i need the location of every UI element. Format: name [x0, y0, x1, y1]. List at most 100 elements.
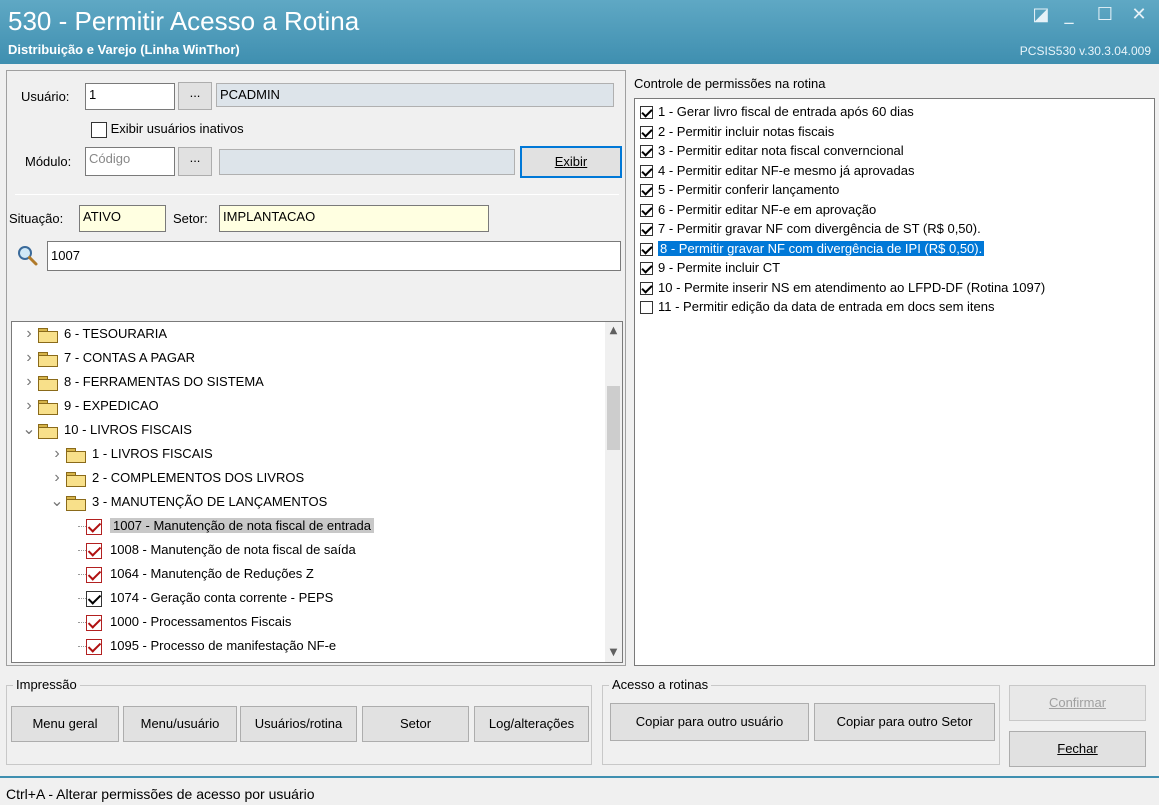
tree-routine-item[interactable]: 1064 - Manutenção de Reduções Z [78, 562, 314, 585]
chevron-right-icon[interactable]: › [48, 466, 66, 489]
permission-checkbox[interactable] [640, 301, 653, 315]
tree-folder-item[interactable]: › 4 - SUBSTITUIÇÃO TRIBUTÁRIA [48, 658, 288, 663]
exibir-inativos-checkbox[interactable] [91, 121, 107, 138]
tree-item-label: 6 - TESOURARIA [64, 326, 168, 341]
tree-item-label: 2 - COMPLEMENTOS DOS LIVROS [92, 470, 305, 485]
scroll-down-icon[interactable]: ▼ [605, 644, 622, 661]
chevron-down-icon[interactable]: ⌄ [48, 490, 66, 513]
permission-item[interactable]: 6 - Permitir editar NF-e em aprovação [640, 200, 876, 219]
confirmar-button[interactable]: Confirmar [1009, 685, 1146, 721]
tree-scrollbar[interactable]: ▲ ▼ [605, 322, 622, 662]
permission-item[interactable]: 8 - Permitir gravar NF com divergência d… [640, 239, 985, 258]
routine-checkbox[interactable] [86, 614, 102, 631]
tree-item-label: 4 - SUBSTITUIÇÃO TRIBUTÁRIA [92, 662, 288, 663]
permission-label: 2 - Permitir incluir notas fiscais [658, 123, 835, 139]
permission-label: 9 - Permite incluir CT [658, 260, 781, 275]
permission-item[interactable]: 11 - Permitir edição da data de entrada … [640, 297, 995, 316]
usuarios-rotina-button[interactable]: Usuários/rotina [240, 706, 357, 742]
tree-item-label: 3 - MANUTENÇÃO DE LANÇAMENTOS [92, 494, 328, 509]
permission-checkbox[interactable] [640, 223, 653, 237]
permission-item[interactable]: 7 - Permitir gravar NF com divergência d… [640, 219, 981, 238]
version-label: PCSIS530 v.30.3.04.009 [1019, 44, 1151, 58]
folder-icon [66, 495, 86, 511]
tree-item-label: 10 - LIVROS FISCAIS [64, 422, 192, 437]
title-bar: 530 - Permitir Acesso a Rotina Distribui… [0, 0, 1159, 64]
permission-item[interactable]: 1 - Gerar livro fiscal de entrada após 6… [640, 102, 914, 121]
tree-connector [78, 622, 86, 624]
modulo-code-input[interactable]: Código [85, 147, 175, 176]
log-alteracoes-button[interactable]: Log/alterações [474, 706, 589, 742]
maximize-button[interactable]: ☐ [1094, 4, 1116, 26]
tree-folder-item[interactable]: › 9 - EXPEDICAO [20, 394, 159, 417]
chevron-right-icon[interactable]: › [20, 394, 38, 417]
folder-icon [38, 327, 58, 343]
routine-tree[interactable]: › 6 - TESOURARIA › 7 - CONTAS A PAGAR › 8 - F… [11, 321, 623, 663]
permissions-list[interactable]: 1 - Gerar livro fiscal de entrada após 6… [634, 98, 1155, 666]
folder-icon [38, 399, 58, 415]
permission-label: 8 - Permitir gravar NF com divergência d… [658, 240, 985, 256]
chevron-right-icon[interactable]: › [20, 370, 38, 393]
permission-checkbox[interactable] [640, 106, 653, 120]
chevron-right-icon[interactable]: › [48, 442, 66, 465]
tree-folder-item[interactable]: › 1 - LIVROS FISCAIS [48, 442, 213, 465]
chevron-right-icon[interactable]: › [20, 322, 38, 345]
usuario-code-input[interactable]: 1 [85, 83, 175, 110]
restore-icon[interactable]: ◪ [1030, 4, 1052, 26]
permission-checkbox[interactable] [640, 281, 653, 295]
setor-label: Setor: [173, 211, 208, 226]
search-input[interactable]: 1007 [47, 241, 621, 271]
usuario-lookup-button[interactable]: ... [178, 82, 212, 110]
setor-button[interactable]: Setor [362, 706, 469, 742]
menu-geral-button[interactable]: Menu geral [11, 706, 119, 742]
permission-checkbox[interactable] [640, 184, 653, 198]
minimize-button[interactable]: _ [1058, 4, 1080, 26]
copiar-usuario-button[interactable]: Copiar para outro usuário [610, 703, 809, 741]
permission-checkbox[interactable] [640, 164, 653, 178]
scroll-up-icon[interactable]: ▲ [605, 322, 622, 339]
close-button[interactable]: ✕ [1128, 4, 1150, 26]
tree-folder-item[interactable]: › 7 - CONTAS A PAGAR [20, 346, 195, 369]
fechar-button[interactable]: Fechar [1009, 731, 1146, 767]
permission-item[interactable]: 10 - Permite inserir NS em atendimento a… [640, 278, 1045, 297]
chevron-right-icon[interactable]: › [20, 346, 38, 369]
exibir-inativos-row[interactable]: Exibir usuários inativos [91, 121, 244, 138]
tree-folder-item[interactable]: › 2 - COMPLEMENTOS DOS LIVROS [48, 466, 304, 489]
tree-folder-item[interactable]: ⌄ 10 - LIVROS FISCAIS [20, 418, 192, 441]
tree-folder-item[interactable]: ⌄ 3 - MANUTENÇÃO DE LANÇAMENTOS [48, 490, 327, 513]
exibir-button[interactable]: Exibir [520, 146, 622, 178]
modulo-label: Módulo: [25, 154, 72, 169]
scroll-thumb[interactable] [607, 386, 620, 450]
status-text: Ctrl+A - Alterar permissões de acesso po… [6, 786, 315, 802]
permission-item[interactable]: 5 - Permitir conferir lançamento [640, 180, 839, 199]
tree-routine-item[interactable]: 1008 - Manutenção de nota fiscal de saíd… [78, 538, 356, 561]
permission-item[interactable]: 9 - Permite incluir CT [640, 258, 780, 277]
permission-checkbox[interactable] [640, 242, 653, 256]
routine-checkbox[interactable] [86, 638, 102, 655]
tree-folder-item[interactable]: › 8 - FERRAMENTAS DO SISTEMA [20, 370, 264, 393]
routine-checkbox[interactable] [86, 518, 102, 535]
chevron-right-icon[interactable]: › [48, 658, 66, 662]
chevron-down-icon[interactable]: ⌄ [20, 418, 38, 441]
tree-routine-item[interactable]: 1074 - Geração conta corrente - PEPS [78, 586, 333, 609]
window-title: 530 - Permitir Acesso a Rotina [8, 6, 360, 36]
tree-routine-item[interactable]: 1007 - Manutenção de nota fiscal de entr… [78, 514, 375, 537]
routine-checkbox[interactable] [86, 590, 102, 607]
menu-usuario-button[interactable]: Menu/usuário [123, 706, 237, 742]
permission-item[interactable]: 3 - Permitir editar nota fiscal convernc… [640, 141, 904, 160]
permission-checkbox[interactable] [640, 125, 653, 139]
permission-checkbox[interactable] [640, 262, 653, 276]
permission-item[interactable]: 4 - Permitir editar NF-e mesmo já aprova… [640, 161, 914, 180]
folder-icon [38, 423, 58, 439]
tree-routine-item[interactable]: 1095 - Processo de manifestação NF-e [78, 634, 336, 657]
tree-routine-item[interactable]: 1000 - Processamentos Fiscais [78, 610, 291, 633]
copiar-setor-button[interactable]: Copiar para outro Setor [814, 703, 995, 741]
routine-checkbox[interactable] [86, 542, 102, 559]
modulo-lookup-button[interactable]: ... [178, 147, 212, 176]
tree-item-label: 1007 - Manutenção de nota fiscal de entr… [110, 518, 375, 533]
left-panel: Usuário: 1 ... PCADMIN Exibir usuários i… [6, 70, 626, 666]
routine-checkbox[interactable] [86, 566, 102, 583]
tree-folder-item[interactable]: › 6 - TESOURARIA [20, 322, 167, 345]
permission-checkbox[interactable] [640, 145, 653, 159]
permission-item[interactable]: 2 - Permitir incluir notas fiscais [640, 122, 834, 141]
permission-checkbox[interactable] [640, 203, 653, 217]
